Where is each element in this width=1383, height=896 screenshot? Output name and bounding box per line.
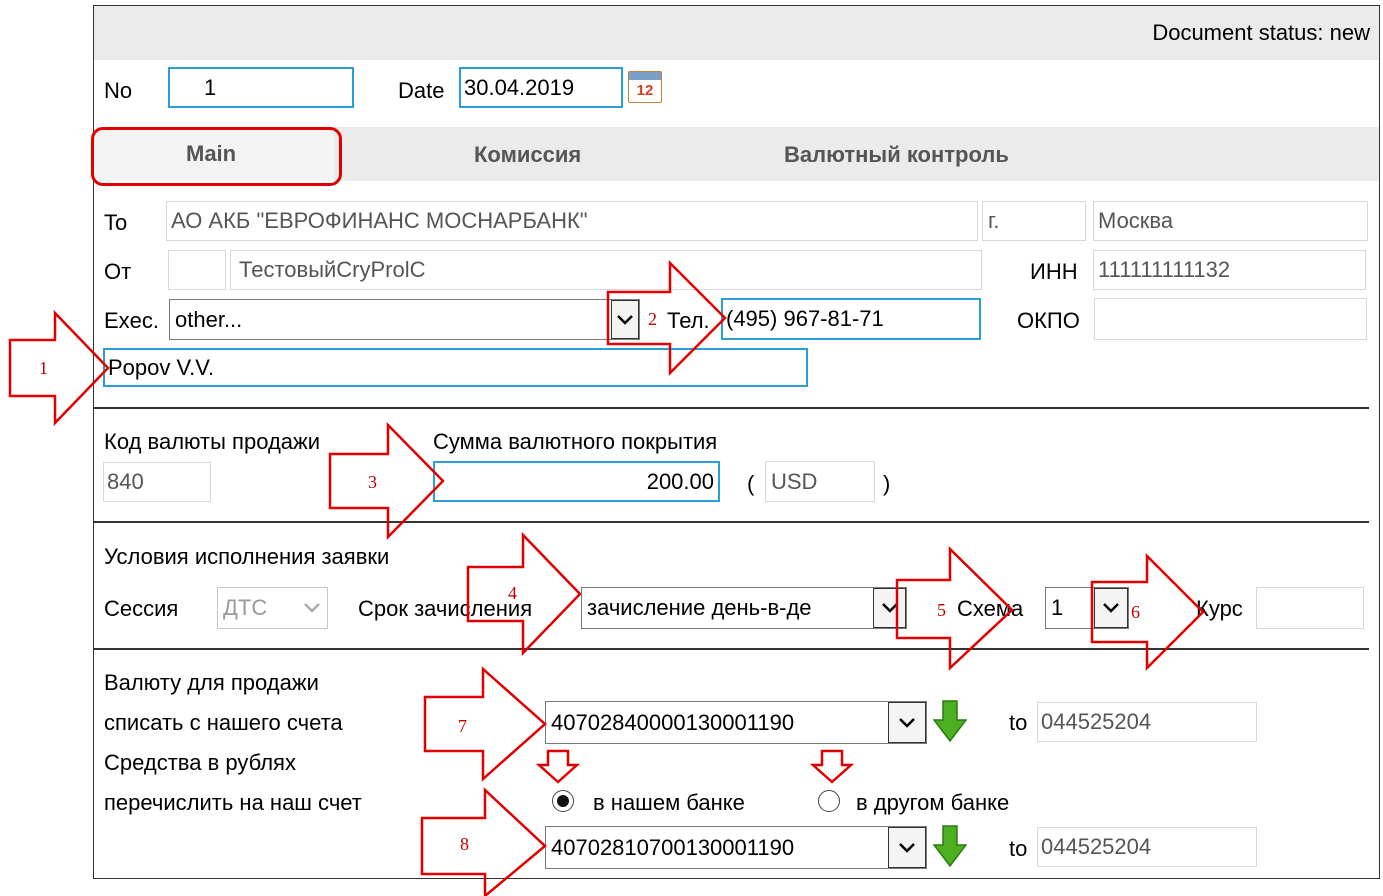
annotation-number-5: 5 (937, 600, 946, 620)
annotation-arrow-7 (423, 666, 547, 782)
annotation-arrow-4 (466, 531, 582, 657)
annotation-down-arrow (535, 749, 581, 784)
annotation-arrow-3 (328, 421, 445, 541)
annotation-arrow-5 (895, 546, 1014, 671)
annotation-number-8: 8 (460, 834, 469, 854)
annotation-number-1: 1 (39, 358, 48, 378)
annotation-number-2: 2 (648, 309, 657, 329)
annotation-arrow-1 (8, 309, 110, 427)
annotation-overlay (8, 259, 1205, 896)
annotation-down-arrow (809, 749, 855, 784)
annotation-number-4: 4 (508, 583, 517, 603)
annotation-arrow-2 (606, 259, 727, 377)
annotation-arrow-8 (420, 787, 547, 896)
annotation-number-7: 7 (458, 716, 467, 736)
annotation-number-6: 6 (1131, 602, 1140, 622)
annotation-number-3: 3 (368, 472, 377, 492)
annotation-arrow-6 (1090, 552, 1205, 672)
